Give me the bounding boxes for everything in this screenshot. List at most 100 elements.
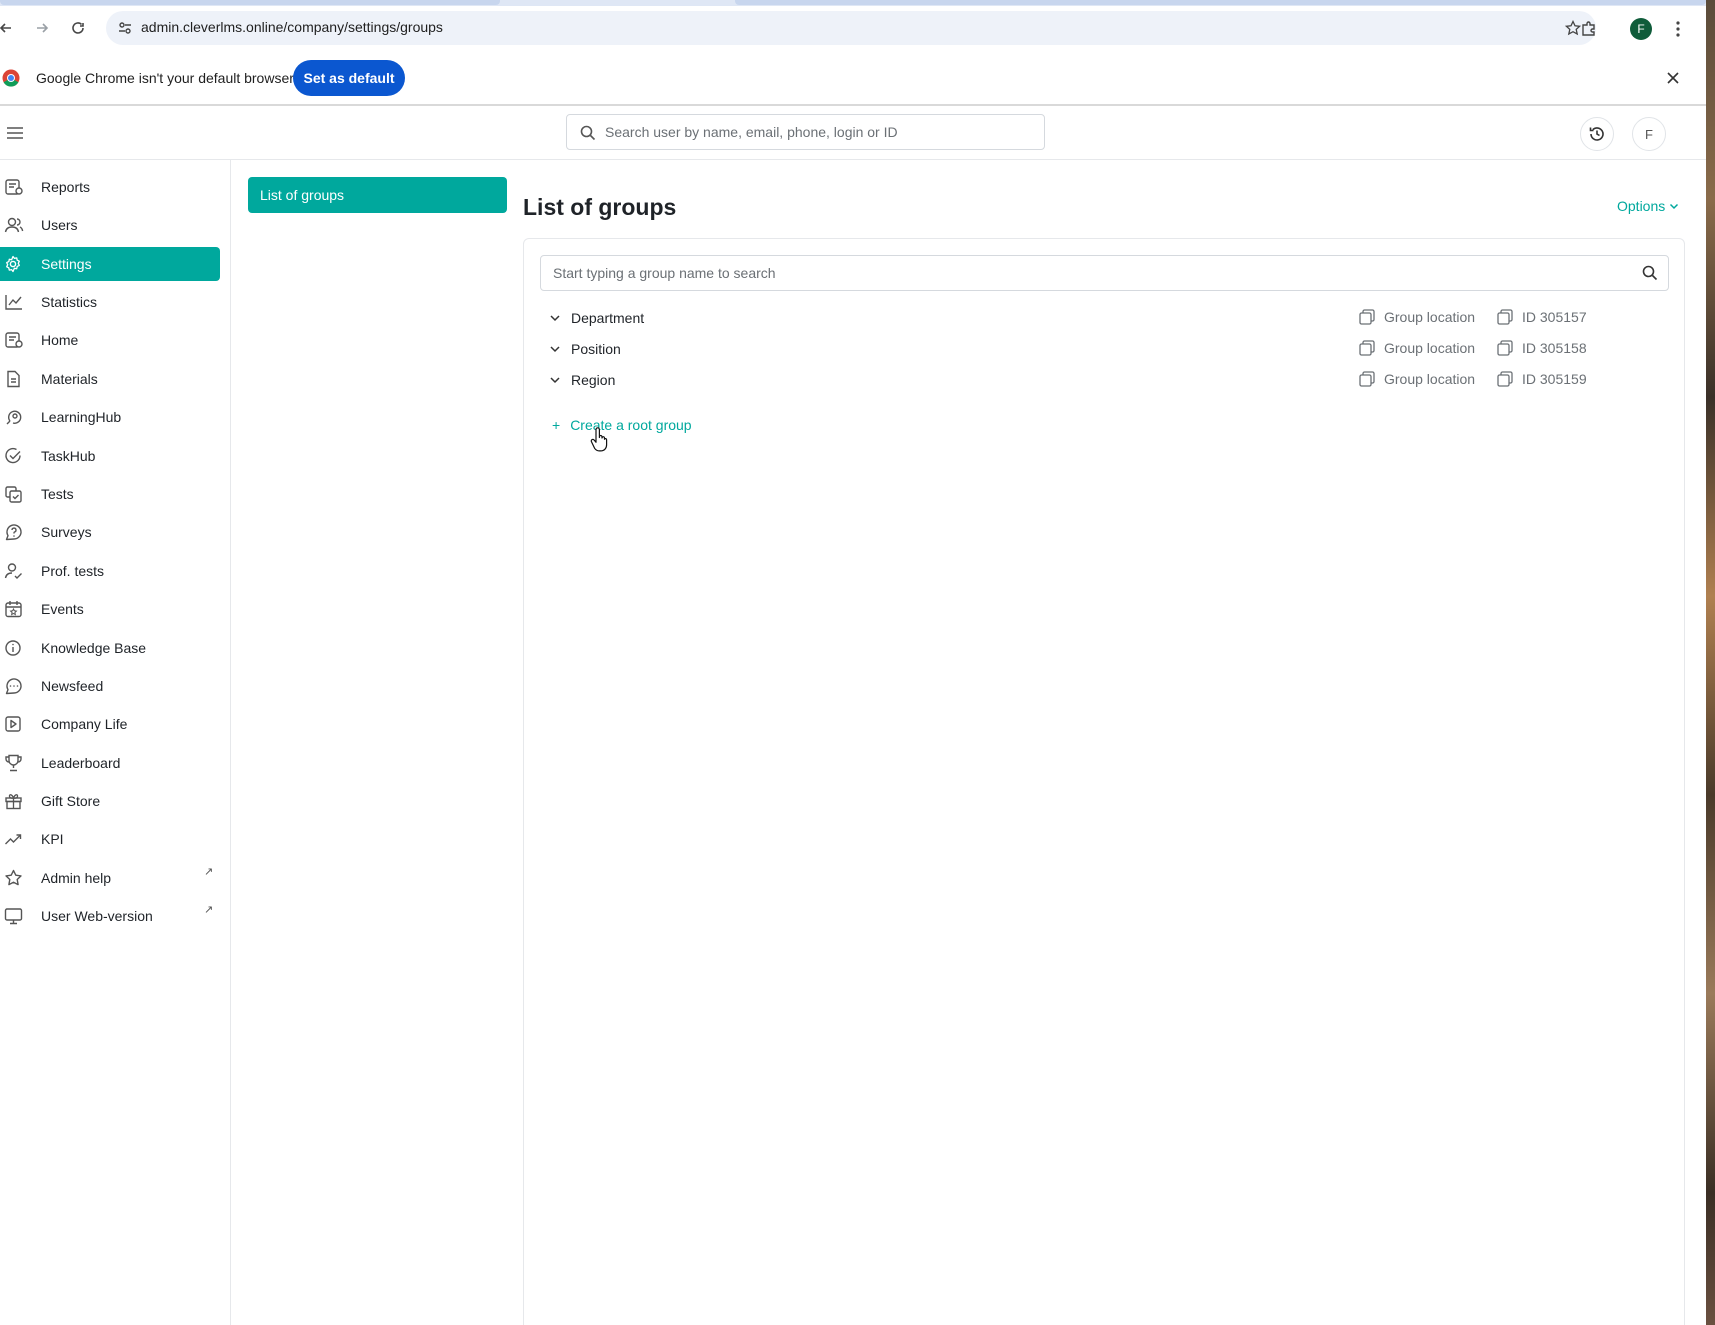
check-circle-icon [4,447,24,465]
sidebar-item-label: Company Life [41,716,128,732]
reload-icon[interactable] [66,16,90,40]
user-search-input[interactable] [605,115,1035,149]
tab[interactable] [0,0,500,5]
group-location-copy[interactable]: Group location [1358,308,1475,326]
plus-icon: + [552,417,561,433]
sidebar-item-statistics[interactable]: Statistics [0,285,220,319]
sidebar-item-label: Leaderboard [41,755,121,771]
omnibox[interactable]: admin.cleverlms.online/company/settings/… [106,11,1596,45]
sidebar-item-label: Users [41,217,78,233]
group-location-label: Group location [1384,371,1476,387]
copy-icon [1358,308,1376,326]
set-as-default-button[interactable]: Set as default [293,60,405,96]
chevron-down-icon[interactable] [548,342,562,356]
hand-cursor-icon [590,427,608,452]
tab[interactable] [735,0,1706,5]
group-id-label: ID 305159 [1522,371,1587,387]
browser-menu-icon[interactable] [1668,18,1688,40]
copy-icon [1496,339,1514,357]
sidebar-item-prof-tests[interactable]: Prof. tests [0,554,220,588]
sidebar-item-label: Gift Store [41,793,101,809]
chart-line-icon [4,293,24,311]
browser-window: admin.cleverlms.online/company/settings/… [0,0,1706,1325]
options-label: Options [1617,198,1666,214]
search-icon [580,125,596,141]
group-name[interactable]: Department [571,310,644,326]
sidebar-item-label: Materials [41,371,98,387]
sidebar-item-tests[interactable]: Tests [0,477,220,511]
reports-icon [4,178,24,196]
hamburger-menu-icon[interactable] [4,122,26,144]
group-search-input[interactable] [553,256,1633,290]
sidebar-item-settings[interactable]: Settings [0,247,220,281]
group-id-label: ID 305157 [1522,309,1587,325]
sidebar-item-users[interactable]: Users [0,208,220,242]
sidebar-item-events[interactable]: Events [0,592,220,626]
settings-subnav: List of groups [232,160,522,1325]
group-location-copy[interactable]: Group location [1358,339,1475,357]
browser-profile-avatar[interactable]: F [1630,18,1652,40]
external-link-icon: ↗ [204,866,214,878]
forward-icon[interactable] [30,16,54,40]
sidebar-item-gift-store[interactable]: Gift Store [0,784,220,818]
group-name[interactable]: Region [571,372,615,388]
user-avatar[interactable]: F [1632,117,1666,151]
group-row[interactable]: Position Group location ID 305158 [540,334,1670,364]
gift-icon [4,792,24,810]
group-id-copy[interactable]: ID 305157 [1496,308,1587,326]
sidebar-item-materials[interactable]: Materials [0,362,220,396]
create-root-group-link[interactable]: + Create a root group [552,417,692,433]
user-check-icon [4,562,24,580]
options-dropdown[interactable]: Options [1617,198,1679,214]
sidebar-item-admin-help[interactable]: Admin help ↗ [0,861,220,895]
search-icon[interactable] [1641,264,1659,282]
chevron-down-icon[interactable] [548,373,562,387]
sidebar-item-kpi[interactable]: KPI [0,822,220,856]
url-text[interactable]: admin.cleverlms.online/company/settings/… [141,19,443,35]
group-row[interactable]: Region Group location ID 305159 [540,365,1670,395]
sidebar-item-label: User Web-version [41,908,153,924]
copy-icon [1496,308,1514,326]
back-icon[interactable] [0,16,18,40]
extensions-icon[interactable] [1578,18,1600,40]
group-location-copy[interactable]: Group location [1358,370,1475,388]
subnav-item-list-of-groups[interactable]: List of groups [248,177,507,213]
tests-icon [4,485,24,503]
screen: admin.cleverlms.online/company/settings/… [0,0,1715,1325]
sidebar-item-company-life[interactable]: Company Life [0,707,220,741]
trophy-icon [4,754,24,772]
group-search-box[interactable] [540,255,1669,291]
sidebar-item-knowledge-base[interactable]: Knowledge Base [0,631,220,665]
sidebar-item-surveys[interactable]: Surveys [0,515,220,549]
close-icon[interactable] [1662,67,1684,89]
sidebar-item-leaderboard[interactable]: Leaderboard [0,746,220,780]
document-icon [4,370,24,388]
info-circle-icon [4,639,24,657]
group-id-copy[interactable]: ID 305158 [1496,339,1587,357]
group-location-label: Group location [1384,309,1476,325]
site-settings-icon[interactable] [116,19,134,37]
history-clock-icon[interactable] [1580,117,1614,151]
user-search-box[interactable] [566,114,1045,150]
group-id-copy[interactable]: ID 305159 [1496,370,1587,388]
gear-icon [4,255,24,273]
sidebar-item-reports[interactable]: Reports [0,170,220,204]
copy-icon [1358,370,1376,388]
group-row[interactable]: Department Group location ID 305157 [540,303,1670,333]
group-location-label: Group location [1384,340,1476,356]
trending-up-icon [4,830,24,848]
chevron-down-icon[interactable] [548,311,562,325]
group-name[interactable]: Position [571,341,621,357]
users-icon [4,216,24,234]
sidebar-item-user-web-version[interactable]: User Web-version ↗ [0,899,220,933]
sidebar-item-newsfeed[interactable]: Newsfeed [0,669,220,703]
address-bar-row: admin.cleverlms.online/company/settings/… [0,6,1706,50]
sidebar-item-learninghub[interactable]: LearningHub [0,400,220,434]
sidebar-item-label: Admin help [41,870,112,886]
sidebar-item-taskhub[interactable]: TaskHub [0,439,220,473]
sidebar-item-label: LearningHub [41,409,122,425]
sidebar-item-label: TaskHub [41,448,96,464]
sidebar-item-home[interactable]: Home [0,323,220,357]
sidebar-item-label: Surveys [41,524,92,540]
app-header: F [0,108,1706,160]
